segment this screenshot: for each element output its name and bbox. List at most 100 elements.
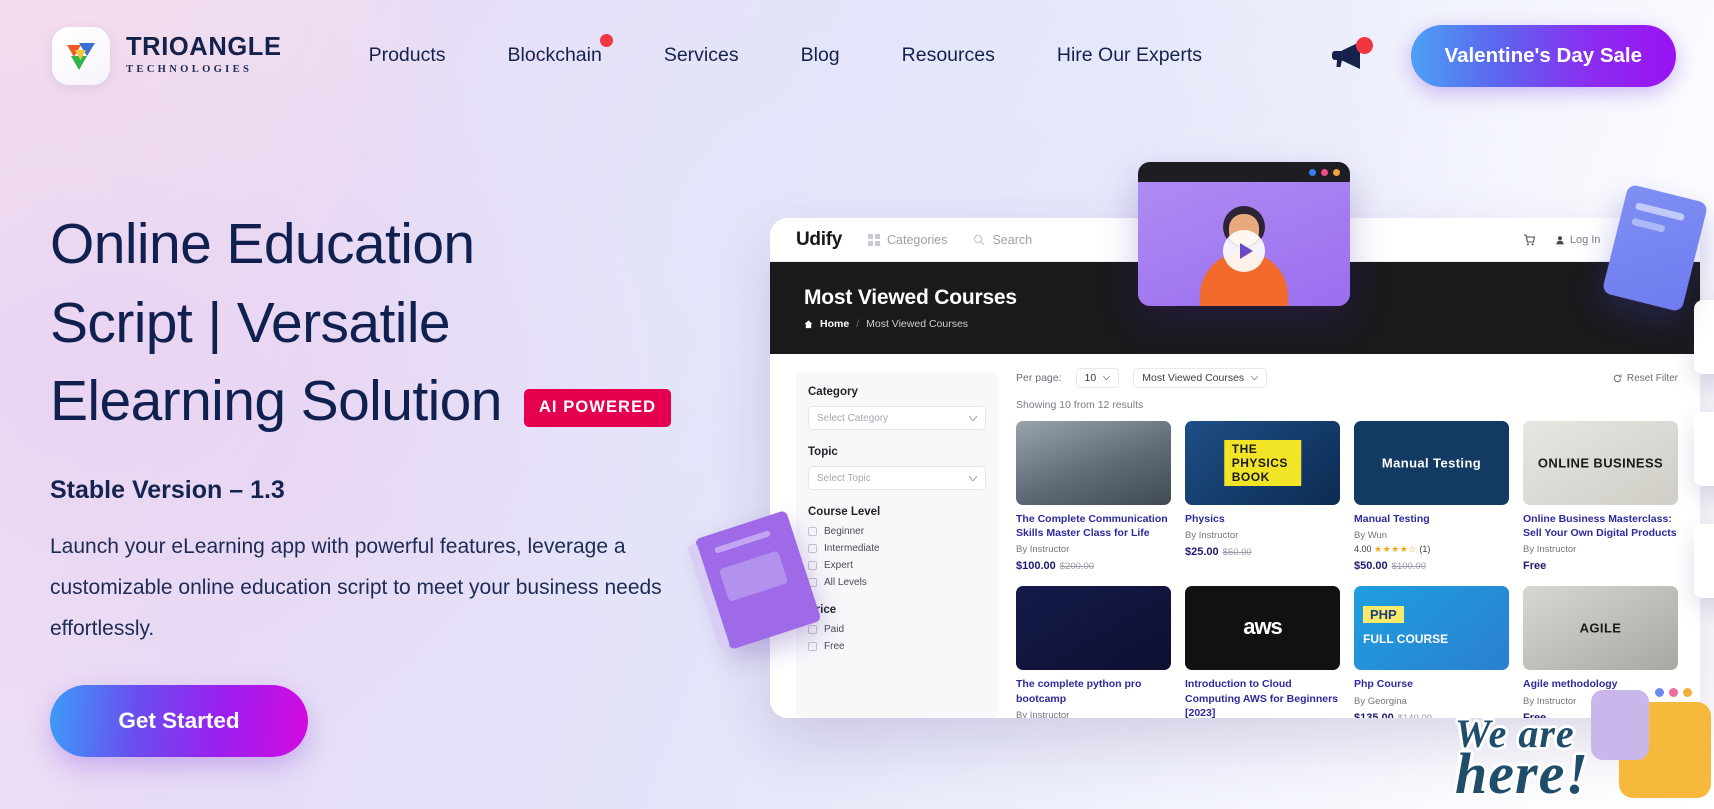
mini-window-dots: [1655, 688, 1692, 697]
filter-category-label: Category: [808, 386, 858, 398]
filters-panel: Category Select Category Topic Select To…: [796, 372, 998, 718]
course-card[interactable]: THE PHYSICS BOOK Physics By Instructor $…: [1185, 421, 1340, 572]
nav-item-hire-our-experts[interactable]: Hire Our Experts: [1026, 44, 1233, 67]
title-line-2: Script | Versatile: [50, 290, 451, 355]
course-card[interactable]: The Complete Communication Skills Master…: [1016, 421, 1171, 572]
thumb-label-full-course: FULL COURSE: [1363, 632, 1449, 647]
megaphone-icon[interactable]: [1331, 36, 1373, 74]
sticker-line-2: here!: [1455, 740, 1589, 806]
nav-label: Resources: [901, 44, 995, 66]
hero-content: Online Education Script | Versatile Elea…: [50, 205, 750, 757]
get-started-button[interactable]: Get Started: [50, 684, 308, 757]
title-line-3-row: Elearning Solution AI POWERED: [50, 362, 750, 441]
course-thumbnail: AGILE: [1523, 586, 1678, 671]
course-card[interactable]: ONLINE BUSINESS Online Business Mastercl…: [1523, 421, 1678, 572]
filter-course-level-label: Course Level: [808, 506, 881, 518]
mockup-search[interactable]: Search: [973, 233, 1032, 247]
window-dot-icon: [1333, 168, 1340, 176]
sort-select[interactable]: Most Viewed Courses: [1133, 368, 1268, 388]
course-thumbnail: PHP FULL COURSE: [1354, 586, 1509, 671]
thumb-label-php: PHP: [1363, 606, 1404, 624]
course-card[interactable]: aws Introduction to Cloud Computing AWS …: [1185, 586, 1340, 718]
chevron-down-icon: [969, 475, 977, 481]
nav-item-resources[interactable]: Resources: [871, 44, 1026, 67]
results-count: Showing 10 from 12 results: [1016, 399, 1144, 411]
refresh-icon: [1613, 374, 1622, 382]
checkbox-icon: [808, 527, 817, 536]
window-dot-icon: [1683, 688, 1692, 697]
course-instructor: By Instructor: [1523, 544, 1577, 556]
mockup-brand: Udify: [796, 228, 843, 250]
course-instructor: By Georgina: [1354, 695, 1407, 707]
thumb-label: ONLINE BUSINESS: [1537, 455, 1664, 471]
filter-topic-label: Topic: [808, 446, 838, 458]
course-instructor: By Instructor: [1016, 709, 1070, 718]
course-thumbnail: [1016, 421, 1171, 505]
mockup-login-link[interactable]: Log In: [1555, 234, 1600, 246]
nav-item-blockchain[interactable]: Blockchain: [477, 34, 633, 67]
course-thumbnail: aws: [1185, 586, 1340, 671]
card-line: [1634, 202, 1686, 222]
header-actions: Valentine's Day Sale: [1331, 24, 1688, 87]
course-title: Php Course: [1354, 678, 1413, 691]
brand-logo[interactable]: TRIOANGLE TECHNOLOGIES: [52, 26, 282, 85]
breadcrumb: Home / Most Viewed Courses: [804, 318, 1666, 330]
filter-level-expert[interactable]: Expert: [808, 560, 986, 571]
star-rating-icon: ★★★★☆: [1374, 544, 1417, 555]
play-icon[interactable]: [1223, 230, 1265, 273]
mockup-cart-icon[interactable]: [1523, 233, 1535, 246]
filter-level-all-levels[interactable]: All Levels: [808, 577, 986, 588]
filter-category-select[interactable]: Select Category: [808, 406, 986, 430]
floating-video-card: [1138, 162, 1350, 306]
filter-price-paid[interactable]: Paid: [808, 624, 986, 635]
edge-card-decoration: [1694, 300, 1714, 374]
course-price: Free: [1523, 560, 1547, 573]
play-triangle: [1239, 243, 1253, 260]
page-root: TRIOANGLE TECHNOLOGIES Products Blockcha…: [0, 0, 1714, 809]
nav-item-services[interactable]: Services: [633, 44, 770, 67]
card-line: [1630, 217, 1666, 233]
course-thumbnail: ONLINE BUSINESS: [1523, 421, 1678, 505]
per-page-select[interactable]: 10: [1075, 368, 1120, 388]
nav-label: Blog: [800, 44, 840, 66]
mockup-nav-categories[interactable]: Categories: [868, 233, 947, 247]
search-icon: [974, 234, 985, 245]
filter-price-free[interactable]: Free: [808, 641, 986, 652]
filter-price-label: Price: [808, 604, 837, 616]
notification-dot-icon: [1355, 36, 1373, 54]
mockup-nav-label: Search: [992, 232, 1033, 247]
nav-item-products[interactable]: Products: [338, 44, 477, 67]
course-title: The complete python pro bootcamp: [1016, 678, 1142, 705]
title-line-1: Online Education: [50, 212, 475, 276]
nav-label: Services: [663, 44, 739, 66]
reset-filter-button[interactable]: Reset Filter: [1613, 373, 1678, 384]
course-card[interactable]: PHP FULL COURSE Php Course By Georgina $1…: [1354, 586, 1509, 718]
checkbox-icon: [808, 561, 817, 570]
results-panel: Per page: 10 Most Viewed Courses Reset F…: [998, 354, 1700, 718]
checkbox-icon: [808, 642, 817, 651]
breadcrumb-current: Most Viewed Courses: [866, 318, 969, 330]
course-price: $25.00 $50.00: [1185, 546, 1252, 559]
checkbox-icon: [808, 625, 817, 634]
window-dot-icon: [1309, 168, 1316, 176]
thumb-label: aws: [1243, 613, 1283, 639]
results-toolbar: Per page: 10 Most Viewed Courses Reset F…: [1016, 368, 1678, 388]
page-title: Online Education Script | Versatile Elea…: [50, 205, 750, 441]
nav-label: Blockchain: [507, 44, 602, 66]
breadcrumb-home[interactable]: Home: [820, 318, 849, 330]
course-card[interactable]: Manual Testing Manual Testing By Wun 4.0…: [1354, 421, 1509, 572]
nav-item-blog[interactable]: Blog: [770, 44, 871, 67]
grid-icon: [868, 233, 881, 246]
filter-level-beginner[interactable]: Beginner: [808, 526, 986, 537]
valentines-day-sale-button[interactable]: Valentine's Day Sale: [1410, 24, 1676, 87]
thumb-label: Manual Testing: [1381, 455, 1482, 471]
course-title: Physics: [1185, 513, 1225, 525]
course-card[interactable]: The complete python pro bootcamp By Inst…: [1016, 586, 1171, 718]
window-dot-icon: [1321, 168, 1328, 176]
filter-topic-select[interactable]: Select Topic: [808, 466, 986, 490]
course-title: The Complete Communication Skills Master…: [1016, 513, 1168, 540]
edge-card-decoration: [1694, 412, 1714, 486]
we-are-here-sticker[interactable]: We are here!: [1455, 690, 1711, 809]
home-icon: [804, 320, 813, 328]
filter-level-intermediate[interactable]: Intermediate: [808, 543, 986, 554]
